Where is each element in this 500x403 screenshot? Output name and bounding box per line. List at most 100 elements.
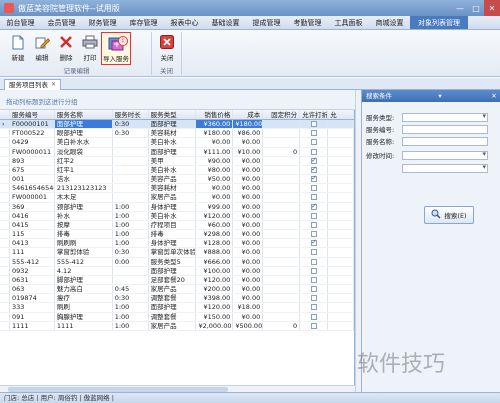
allow-discount-checkbox[interactable]	[300, 239, 329, 248]
checkbox-icon[interactable]	[310, 239, 317, 247]
checkbox-icon[interactable]	[310, 313, 317, 320]
checkbox-icon[interactable]	[310, 139, 317, 146]
table-row[interactable]: 019874 瘦疗 0:30 调整套餐 ¥398.00 ¥0.00	[0, 294, 354, 304]
checkbox-icon[interactable]	[310, 276, 317, 283]
column-header[interactable]: 固定积分	[263, 110, 301, 119]
checkbox-icon[interactable]	[310, 322, 317, 329]
allow-discount-checkbox[interactable]	[300, 193, 329, 202]
checkbox-icon[interactable]	[310, 148, 317, 155]
allow-discount-checkbox[interactable]	[300, 175, 329, 184]
table-row[interactable]: FW0000011 淡化眼袋 面部护理 ¥111.00 ¥10.00 0	[0, 147, 354, 157]
menu-item[interactable]: 工具面板	[328, 16, 369, 29]
menu-item[interactable]: 基础设置	[205, 16, 246, 29]
table-row[interactable]: 0416 补水 1:00 美白补水 ¥120.00 ¥0.00	[0, 211, 354, 221]
allow-discount-checkbox[interactable]	[300, 312, 329, 321]
allow-discount-checkbox[interactable]	[300, 120, 329, 129]
table-row[interactable]: 1111 1111 1:00 家居产品 ¥2,000.00 ¥500.00 0	[0, 321, 354, 331]
search-button[interactable]: 搜索(E)	[424, 206, 474, 224]
panel-close-icon[interactable]: ✕	[488, 90, 500, 102]
checkbox-icon[interactable]	[310, 212, 317, 219]
column-header[interactable]: 允许打折	[300, 110, 329, 119]
table-row[interactable]: 0415 按摩 1:00 疗程项目 ¥60.00 ¥0.00	[0, 220, 354, 231]
maximize-button[interactable]: □	[468, 0, 484, 16]
allow-discount-checkbox[interactable]	[300, 285, 329, 294]
menu-item[interactable]: 考勤管理	[287, 16, 328, 29]
pin-icon[interactable]: ▾	[434, 90, 446, 102]
table-row[interactable]: 111 掌窗剪体验 0:30 掌窗剪单次体验 ¥888.00 ¥0.00	[0, 248, 354, 258]
checkbox-icon[interactable]	[310, 231, 317, 238]
table-row[interactable]: 115 排毒 1:00 排毒 ¥298.00 ¥0.00	[0, 230, 354, 240]
dropdown-input[interactable]	[402, 150, 488, 160]
tab-service-list[interactable]: 服务项目列表 ✕	[4, 79, 62, 90]
menu-item[interactable]: 财务管理	[82, 16, 123, 29]
table-row[interactable]: 333 刷刷 1:00 面部护理 ¥120.00 ¥18.00	[0, 303, 354, 313]
checkbox-icon[interactable]	[310, 157, 317, 165]
tab-close-icon[interactable]: ✕	[51, 80, 56, 90]
checkbox-icon[interactable]	[310, 304, 317, 311]
table-row[interactable]: 369 颈部护理 1:00 身体护理 ¥99.00 ¥0.00	[0, 202, 354, 212]
allow-discount-checkbox[interactable]	[300, 303, 329, 312]
menu-item[interactable]: 库存管理	[123, 16, 164, 29]
table-row[interactable]: 555-412 555-412 0:00 服务类型5 ¥666.00 ¥0.00	[0, 257, 354, 267]
allow-discount-checkbox[interactable]	[300, 248, 329, 257]
allow-discount-checkbox[interactable]	[300, 257, 329, 266]
allow-discount-checkbox[interactable]	[300, 220, 329, 230]
table-row[interactable]: 893 红平2 美甲 ¥90.00 ¥0.00	[0, 156, 354, 166]
minimize-button[interactable]: —	[452, 0, 468, 16]
table-row[interactable]: › F00000101 面部护理 0:30 面部护理 ¥360.00 ¥180.00	[0, 120, 354, 130]
column-header[interactable]: 成本	[233, 110, 264, 119]
checkbox-icon[interactable]	[310, 194, 317, 201]
dropdown-input[interactable]	[402, 112, 488, 122]
allow-discount-checkbox[interactable]	[300, 230, 329, 239]
checkbox-icon[interactable]	[310, 121, 317, 127]
checkbox-icon[interactable]	[310, 249, 317, 256]
allow-discount-checkbox[interactable]	[300, 129, 329, 138]
table-row[interactable]: 0429 美白补水水 美白补水 ¥0.00 ¥0.00	[0, 138, 354, 148]
checkbox-icon[interactable]	[310, 203, 317, 211]
table-row[interactable]: 675 红平1 美白补水 ¥80.00 ¥0.00	[0, 165, 354, 176]
text-input[interactable]	[402, 136, 488, 146]
close-window-button[interactable]: ✕	[484, 0, 500, 16]
table-row[interactable]: 091 胸腺护理 1:00 调整套餐 ¥150.00 ¥0.00	[0, 312, 354, 322]
menu-item[interactable]: 对象列表管理	[410, 16, 468, 29]
column-header[interactable]	[0, 110, 10, 119]
allow-discount-checkbox[interactable]	[300, 321, 329, 330]
table-row[interactable]: 0413 刷刷刷 1:00 身体护理 ¥128.00 ¥0.00	[0, 239, 354, 249]
checkbox-icon[interactable]	[310, 221, 317, 228]
allow-discount-checkbox[interactable]	[300, 184, 329, 193]
print-button[interactable]: 打印	[77, 32, 103, 65]
allow-discount-checkbox[interactable]	[300, 138, 329, 147]
table-row[interactable]: 001 洁水 美容产品 ¥50.00 ¥0.00	[0, 175, 354, 185]
table-row[interactable]: 54616546546 213123123123 美容耗材 ¥0.00 ¥0.00	[0, 184, 354, 194]
table-row[interactable]: 0932 4.12 面部护理 ¥100.00 ¥0.00	[0, 266, 354, 276]
column-header[interactable]: 服务类型	[149, 110, 197, 119]
allow-discount-checkbox[interactable]	[300, 147, 329, 156]
allow-discount-checkbox[interactable]	[300, 266, 329, 275]
table-row[interactable]: 0631 脚部护理 足部套餐20 ¥120.00 ¥0.00	[0, 275, 354, 286]
allow-discount-checkbox[interactable]	[300, 202, 329, 211]
menu-item[interactable]: 会员管理	[41, 16, 82, 29]
allow-discount-checkbox[interactable]	[300, 211, 329, 220]
column-header[interactable]: 服务编号	[10, 110, 55, 119]
column-header[interactable]: 服务名称	[55, 110, 113, 119]
allow-discount-checkbox[interactable]	[300, 156, 329, 165]
checkbox-icon[interactable]	[310, 166, 317, 174]
close-button[interactable]: 关闭	[154, 32, 180, 65]
menu-item[interactable]: 前台管理	[0, 16, 41, 29]
menu-item[interactable]: 商城设置	[369, 16, 410, 29]
checkbox-icon[interactable]	[310, 258, 317, 265]
allow-discount-checkbox[interactable]	[300, 275, 329, 285]
new-button[interactable]: 新建	[5, 32, 31, 65]
menu-item[interactable]: 提成管理	[246, 16, 287, 29]
checkbox-icon[interactable]	[310, 267, 317, 274]
group-by-area[interactable]: 拖动列标题到这进行分组	[0, 90, 355, 110]
menu-item[interactable]: 报表中心	[164, 16, 205, 29]
allow-discount-checkbox[interactable]	[300, 165, 329, 175]
horizontal-scrollbar[interactable]	[0, 385, 355, 392]
checkbox-icon[interactable]	[310, 175, 317, 183]
column-header[interactable]: 允	[328, 110, 354, 119]
delete-button[interactable]: 删除	[53, 32, 79, 65]
checkbox-icon[interactable]	[310, 295, 317, 302]
dropdown-input[interactable]	[402, 163, 488, 173]
checkbox-icon[interactable]	[310, 185, 317, 192]
